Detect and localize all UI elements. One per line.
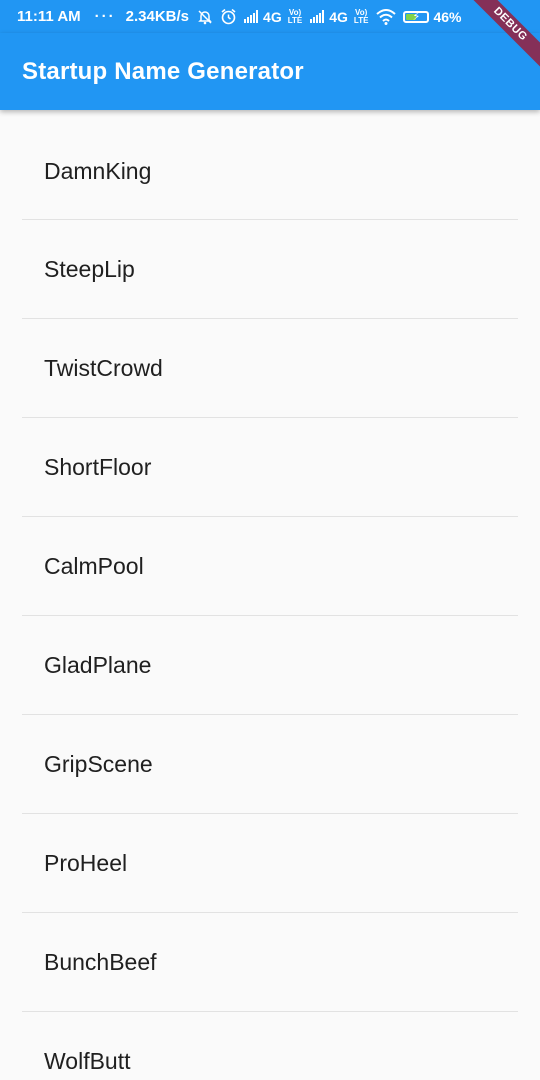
- list-item[interactable]: TwistCrowd: [0, 319, 540, 417]
- list-item[interactable]: GripScene: [0, 715, 540, 813]
- list-item[interactable]: DamnKing: [0, 110, 540, 219]
- list-item[interactable]: ShortFloor: [0, 418, 540, 516]
- network-type-1: 4G: [263, 8, 282, 25]
- list-item[interactable]: SteepLip: [0, 220, 540, 318]
- volte-icon: Vo) LTE: [287, 7, 303, 25]
- list-item-label: ProHeel: [44, 849, 128, 876]
- list-item-label: WolfButt: [44, 1047, 131, 1074]
- wifi-icon: [376, 8, 397, 25]
- list-item[interactable]: GladPlane: [0, 616, 540, 714]
- list-item[interactable]: BunchBeef: [0, 913, 540, 1011]
- list-item[interactable]: ProHeel: [0, 814, 540, 912]
- signal-icon: [310, 10, 325, 23]
- mute-bell-icon: [197, 9, 213, 25]
- list-item-label: TwistCrowd: [44, 354, 163, 381]
- page-title: Startup Name Generator: [22, 57, 304, 85]
- list-item[interactable]: CalmPool: [0, 517, 540, 615]
- network-speed: 2.34KB/s: [125, 8, 190, 25]
- battery-percent: 46%: [433, 8, 462, 25]
- battery-charging-icon: ⚡: [403, 10, 430, 23]
- list-item-label: CalmPool: [44, 552, 144, 579]
- list-item-label: SteepLip: [44, 255, 135, 282]
- status-bar: 11:11 AM ··· 2.34KB/s 4G Vo) LTE 4G Vo) LT…: [0, 0, 540, 33]
- status-time: 11:11 AM: [17, 8, 81, 25]
- startup-name-list[interactable]: DamnKing SteepLip TwistCrowd ShortFloor …: [0, 110, 540, 1080]
- network-type-2: 4G: [329, 8, 348, 25]
- signal-icon: [244, 10, 259, 23]
- alarm-icon: [220, 8, 237, 25]
- list-item-label: GripScene: [44, 750, 153, 777]
- app-bar: Startup Name Generator: [0, 33, 540, 110]
- status-overflow-dots: ···: [94, 8, 116, 25]
- list-item-label: ShortFloor: [44, 453, 152, 480]
- list-item-label: GladPlane: [44, 651, 152, 678]
- list-item-label: DamnKing: [44, 157, 152, 184]
- list-item[interactable]: WolfButt: [0, 1012, 540, 1080]
- list-item-label: BunchBeef: [44, 948, 157, 975]
- volte-icon: Vo) LTE: [353, 7, 369, 25]
